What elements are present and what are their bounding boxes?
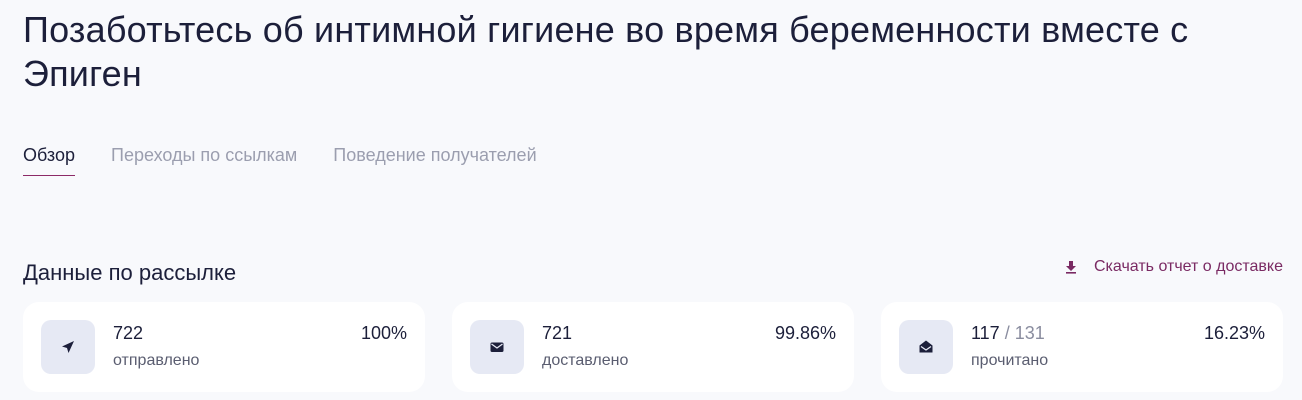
stat-value: 721 (542, 323, 573, 343)
section-title: Данные по рассылке (23, 260, 237, 285)
tab-overview[interactable]: Обзор (23, 144, 75, 176)
stat-percent: 16.23% (1203, 323, 1265, 343)
stat-total-count: / 131 (999, 323, 1045, 343)
tab-recipient-behavior[interactable]: Поведение получателей (333, 144, 536, 176)
envelope-icon (470, 320, 524, 374)
stat-percent: 100% (360, 323, 407, 343)
stat-label: прочитано (971, 352, 1049, 369)
stat-card-delivered: 721 доставлено 99.86% (452, 302, 854, 392)
stats-cards: 722 отправлено 100% 721 доставлено 99.86… (23, 302, 1283, 392)
page-title: Позаботьтесь об интимной гигиене во врем… (23, 9, 1189, 94)
tab-bar: Обзор Переходы по ссылкам Поведение полу… (23, 144, 537, 176)
page: Позаботьтесь об интимной гигиене во врем… (0, 0, 1302, 400)
tab-link-clicks[interactable]: Переходы по ссылкам (111, 144, 297, 176)
stat-value: 117 / 131 (971, 322, 1045, 344)
stat-card-read: 117 / 131 прочитано 16.23% (881, 302, 1283, 392)
download-report-label: Скачать отчет о доставке (1094, 258, 1283, 275)
stat-value: 722 (113, 323, 144, 343)
stat-percent: 99.86% (774, 323, 836, 343)
stat-label: отправлено (113, 352, 200, 369)
download-report-link[interactable]: Скачать отчет о доставке (1064, 258, 1283, 276)
stat-card-sent: 722 отправлено 100% (23, 302, 425, 392)
stat-label: доставлено (542, 352, 629, 369)
send-icon (41, 320, 95, 374)
envelope-open-icon (899, 320, 953, 374)
stat-read-count: 117 (971, 323, 1000, 343)
download-icon (1064, 260, 1078, 274)
